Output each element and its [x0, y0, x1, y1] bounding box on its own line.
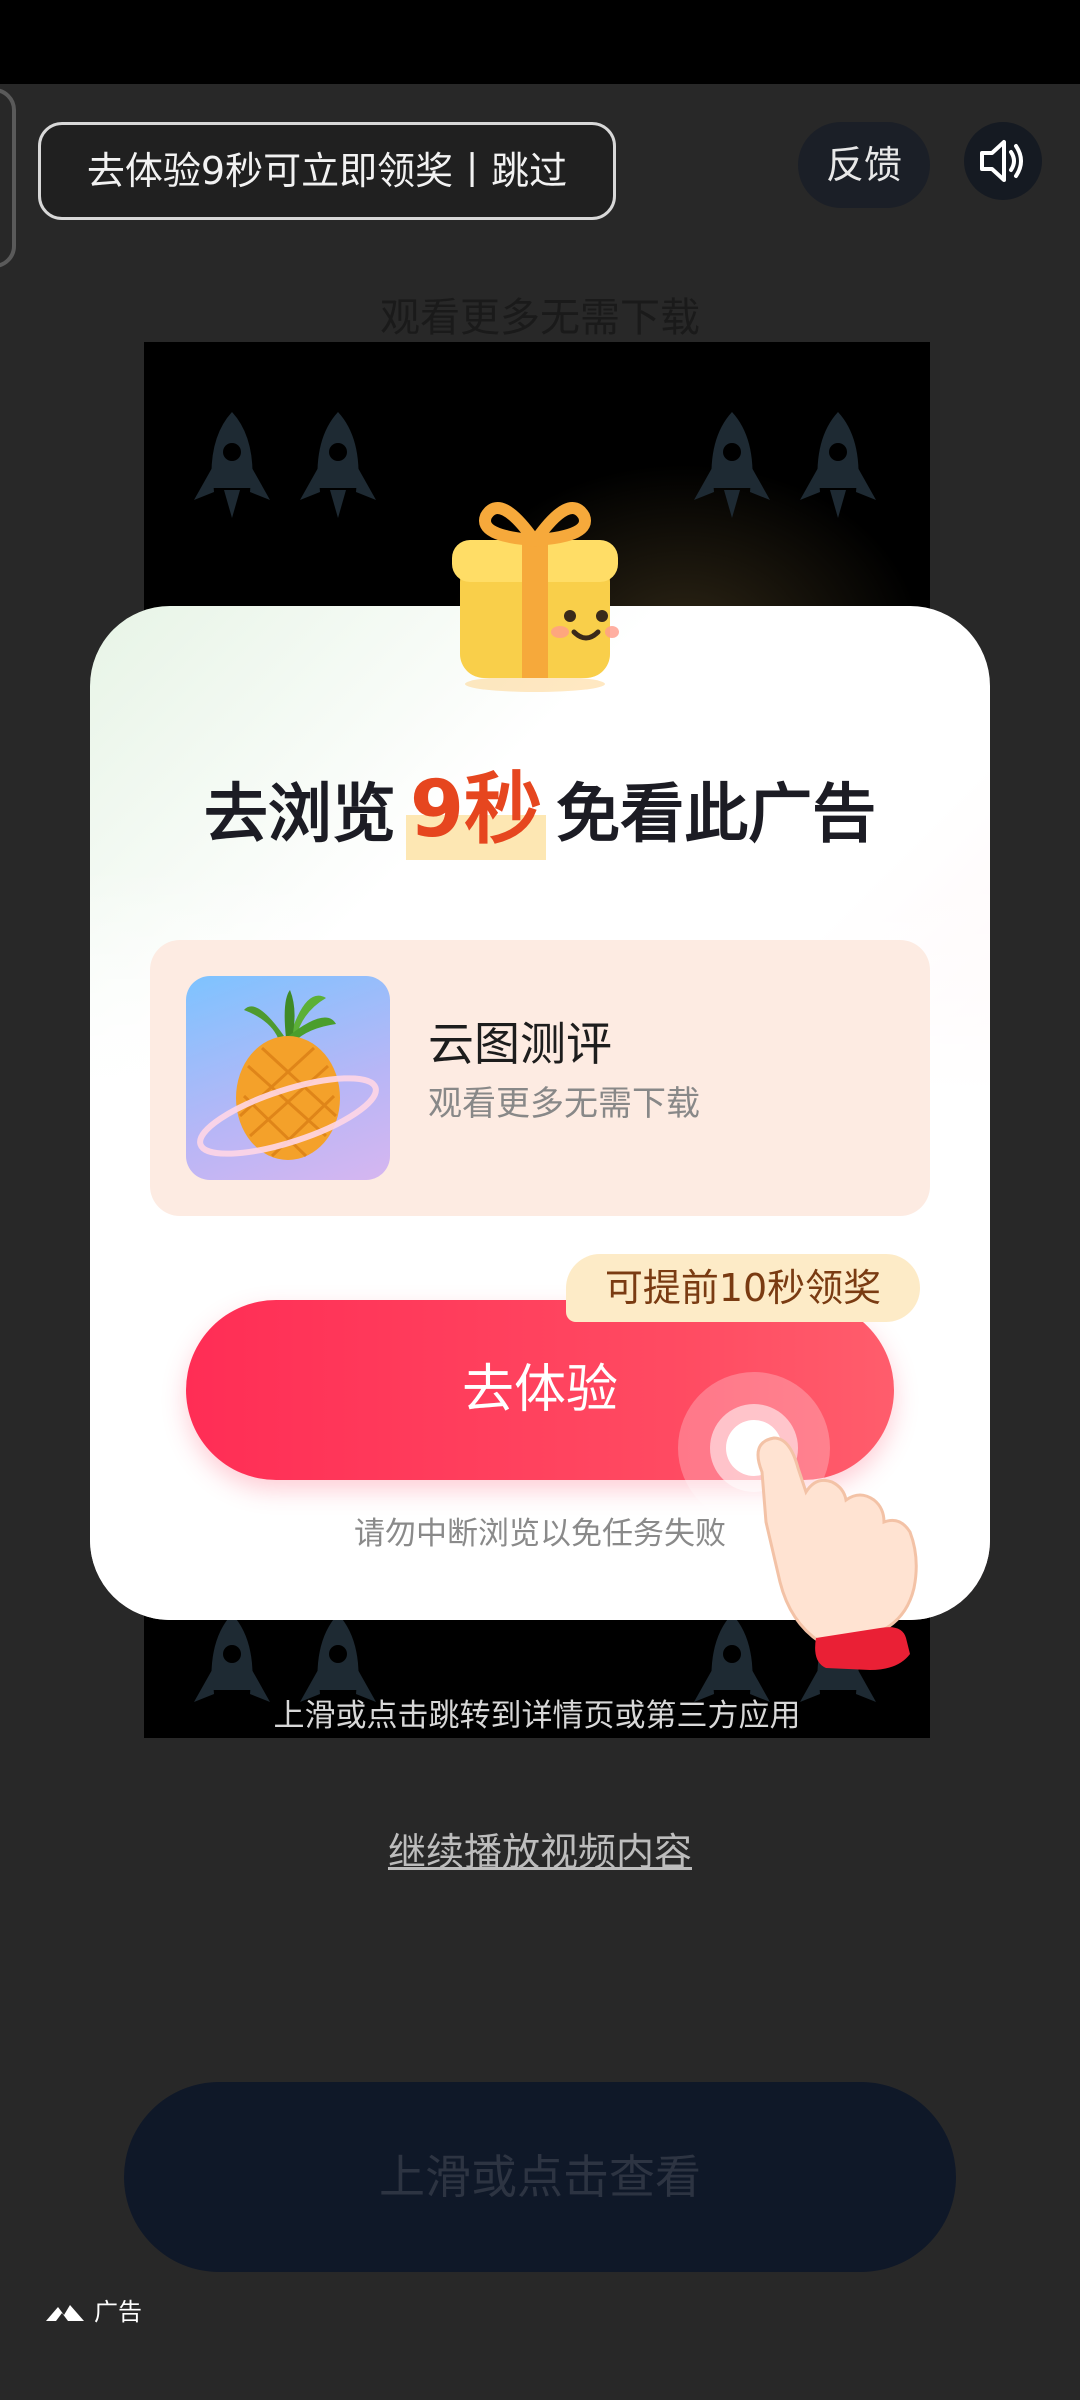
- title-suffix: 免看此广告: [556, 778, 877, 852]
- app-name: 云图测评: [428, 1017, 612, 1071]
- title-prefix: 去浏览: [203, 778, 396, 852]
- status-bar: [0, 0, 1080, 84]
- gift-box-icon: [452, 502, 619, 692]
- ad-logo-icon: [46, 2305, 84, 2321]
- rocket-icon: [800, 412, 876, 518]
- pointing-hand-icon: [678, 1372, 918, 1670]
- feedback-button[interactable]: 反馈: [798, 122, 930, 208]
- video-caption: 观看更多无需下载: [380, 295, 700, 341]
- rocket-icon: [300, 412, 376, 518]
- ad-label: 广告: [44, 2292, 142, 2332]
- early-reward-badge: 可提前10秒领奖: [566, 1254, 920, 1322]
- edge-handle: [0, 88, 16, 268]
- title-countdown: 9秒: [405, 760, 547, 860]
- app-icon: [186, 976, 390, 1180]
- ad-text: 广告: [94, 2298, 142, 2326]
- speaker-icon: [980, 140, 1023, 182]
- swipe-view-button[interactable]: 上滑或点击查看: [124, 2082, 956, 2272]
- pineapple-planet-icon: [197, 990, 379, 1160]
- app-info-box[interactable]: 云图测评 观看更多无需下载: [150, 940, 930, 1216]
- video-bottom-hint: 上滑或点击跳转到详情页或第三方应用: [273, 1698, 801, 1734]
- card-title: 去浏览 9秒 免看此广告: [90, 760, 990, 865]
- sound-toggle-button[interactable]: [964, 122, 1042, 200]
- app-subtitle: 观看更多无需下载: [428, 1084, 700, 1124]
- skip-button[interactable]: 去体验9秒可立即领奖丨跳过: [38, 122, 616, 220]
- rocket-icon: [694, 412, 770, 518]
- ad-screen: 去体验9秒可立即领奖丨跳过 反馈 观看更多无需下载 上滑或点击跳转到详情页或第三…: [0, 0, 1080, 2400]
- rocket-icon: [194, 412, 270, 518]
- continue-video-link[interactable]: 继续播放视频内容: [0, 1824, 1080, 1880]
